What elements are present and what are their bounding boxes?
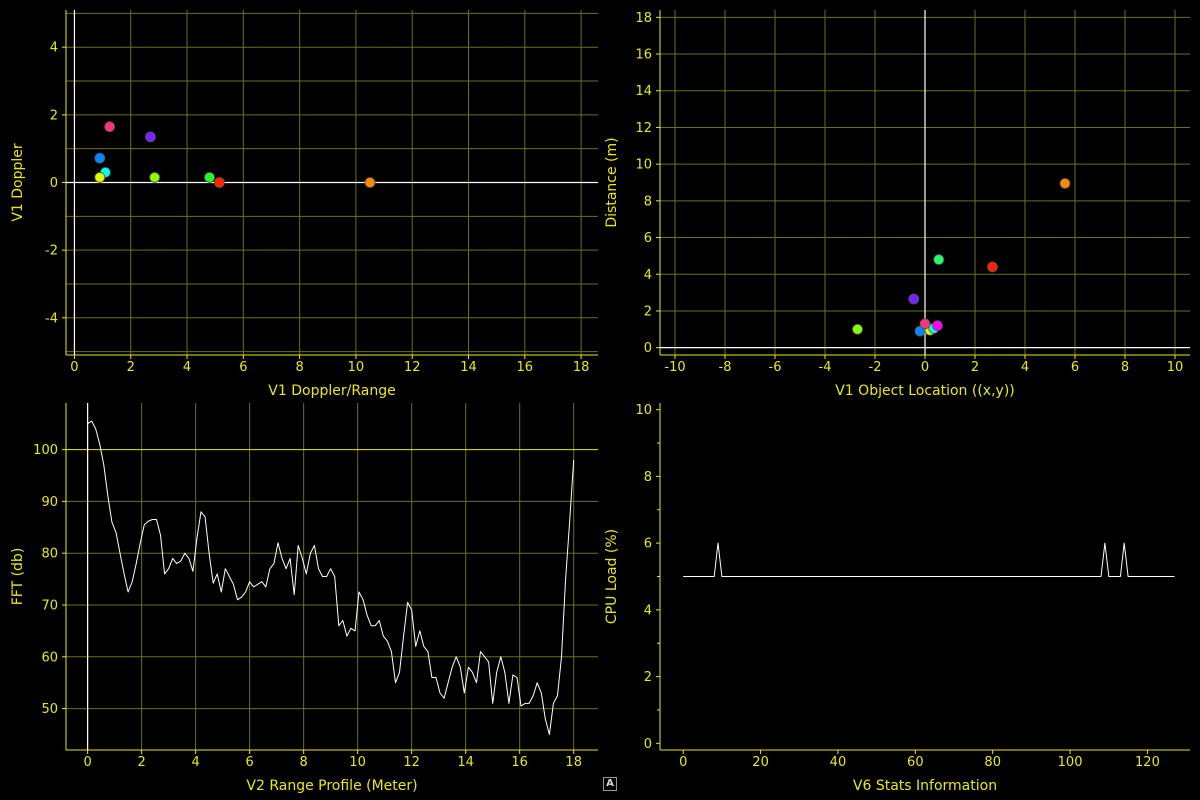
y-tick-label: 0 (50, 176, 58, 191)
y-tick-label: 80 (41, 547, 58, 562)
x-tick-label: 4 (183, 360, 191, 375)
x-tick-label: 120 (1135, 755, 1160, 770)
x-axis-label: V6 Stats Information (853, 778, 997, 794)
y-tick-label: 10 (635, 403, 652, 418)
x-tick-label: 2 (137, 755, 145, 770)
object-location-chart: -10 -8 -6 -4 -2 0 2 4 6 8 10 0 2 4 6 8 10 12 14 16 18 V1 Obje… (604, 10, 1190, 399)
data-point (932, 320, 943, 332)
y-tick-label: 16 (635, 48, 652, 63)
x-tick-label: 6 (1071, 360, 1079, 375)
y-tick-label: 18 (635, 11, 652, 26)
x-tick-label: 60 (907, 755, 924, 770)
dashboard-canvas: 0 2 4 6 8 10 12 14 16 18 -4 -2 0 2 4 V1 Doppler/Range V1… (10, 10, 1190, 794)
x-tick-label: -2 (869, 360, 882, 375)
x-tick-label: 20 (752, 755, 769, 770)
x-tick-label: 4 (191, 755, 199, 770)
x-tick-label: -4 (819, 360, 832, 375)
y-axis-label: CPU Load (%) (604, 529, 620, 624)
y-tick-label: 6 (644, 231, 652, 246)
y-tick-label: 0 (644, 737, 652, 752)
data-point (145, 131, 156, 143)
data-point (104, 121, 116, 133)
x-tick-label: 16 (517, 360, 534, 375)
x-tick-label: 16 (511, 755, 528, 770)
x-tick-label: 4 (1021, 360, 1029, 375)
y-tick-label: 6 (644, 537, 652, 552)
x-tick-label: 12 (403, 755, 420, 770)
x-tick-label: 6 (239, 360, 247, 375)
data-point (149, 172, 161, 183)
x-tick-label: 2 (127, 360, 135, 375)
y-tick-label: 8 (644, 470, 652, 485)
y-tick-label: 4 (644, 603, 652, 618)
y-axis-label: FFT (db) (10, 548, 26, 606)
y-tick-label: 4 (50, 41, 58, 56)
x-tick-label: 14 (460, 360, 477, 375)
data-point (852, 323, 863, 335)
y-tick-label: 2 (644, 304, 652, 319)
data-point (204, 172, 215, 183)
y-tick-label: 70 (41, 598, 58, 613)
y-axis-label: V1 Doppler (10, 143, 26, 222)
y-tick-label: 12 (635, 121, 652, 136)
x-tick-label: 14 (457, 755, 474, 770)
y-tick-label: -4 (45, 311, 58, 326)
cpu-load-chart: 0 20 40 60 80 100 120 0 2 4 6 8 10 V6 Stats Informati… (604, 403, 1190, 794)
x-tick-label: -8 (719, 360, 732, 375)
series-line (683, 542, 1175, 577)
x-tick-label: 18 (565, 755, 582, 770)
x-tick-label: 8 (1121, 360, 1129, 375)
data-point (987, 261, 998, 273)
data-point (364, 177, 376, 188)
data-point (214, 177, 225, 188)
range-profile-chart: 0 2 4 6 8 10 12 14 16 18 50 60 70 80 90 100 V2 Range Pro… (10, 403, 598, 794)
y-tick-label: 2 (644, 670, 652, 685)
series-line (87, 420, 575, 735)
y-axis-label: Distance (m) (604, 137, 620, 227)
x-tick-label: 6 (245, 755, 253, 770)
x-tick-label: 0 (70, 360, 78, 375)
y-tick-label: 8 (644, 194, 652, 209)
x-axis-label: V2 Range Profile (Meter) (246, 778, 417, 794)
x-tick-label: -10 (664, 360, 685, 375)
x-tick-label: -6 (769, 360, 782, 375)
x-tick-label: 0 (83, 755, 91, 770)
y-tick-label: 100 (33, 443, 58, 458)
x-tick-label: 0 (921, 360, 929, 375)
x-tick-label: 18 (573, 360, 590, 375)
y-tick-label: -2 (45, 244, 58, 259)
x-tick-label: 2 (971, 360, 979, 375)
x-tick-label: 80 (984, 755, 1001, 770)
x-tick-label: 10 (349, 755, 366, 770)
data-point (933, 254, 945, 265)
data-point (94, 172, 106, 183)
x-tick-label: 10 (1167, 360, 1184, 375)
y-tick-label: 14 (635, 84, 652, 99)
x-axis-label: V1 Object Location ((x,y)) (835, 383, 1015, 399)
y-tick-label: 10 (635, 158, 652, 173)
y-tick-label: 60 (41, 650, 58, 665)
data-point (908, 293, 920, 305)
data-point (94, 152, 106, 164)
data-point (1059, 178, 1071, 189)
y-tick-label: 50 (41, 702, 58, 717)
doppler-scatter-chart: 0 2 4 6 8 10 12 14 16 18 -4 -2 0 2 4 V1 Doppler/Range V1… (10, 10, 598, 399)
x-tick-label: 8 (300, 755, 308, 770)
y-tick-label: 4 (644, 268, 652, 283)
x-tick-label: 8 (295, 360, 303, 375)
x-tick-label: 0 (679, 755, 687, 770)
x-tick-label: 12 (404, 360, 421, 375)
x-axis-label: V1 Doppler/Range (268, 383, 395, 399)
x-tick-label: 40 (830, 755, 847, 770)
x-tick-label: 10 (348, 360, 365, 375)
y-tick-label: 0 (644, 341, 652, 356)
x-tick-label: 100 (1058, 755, 1083, 770)
y-tick-label: 90 (41, 495, 58, 510)
y-tick-label: 2 (50, 108, 58, 123)
autoscale-button[interactable]: A (603, 777, 617, 791)
data-point (919, 318, 931, 330)
